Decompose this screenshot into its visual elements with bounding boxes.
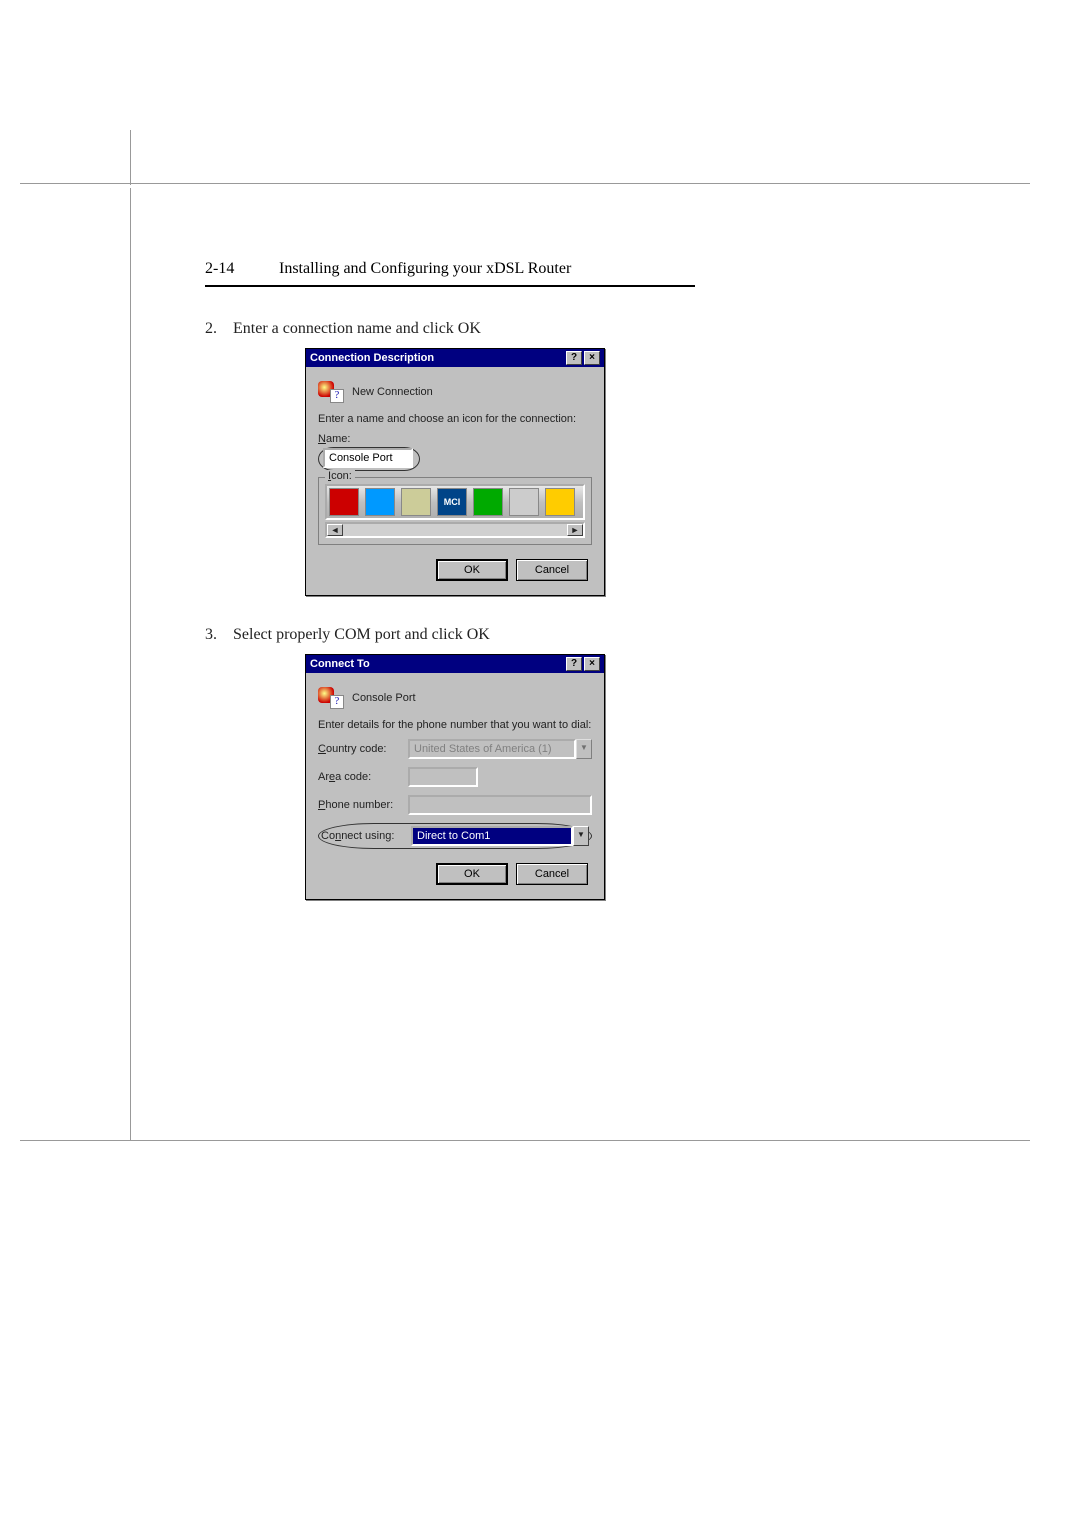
step-number: 2. [205,320,233,338]
phone-input [408,795,592,815]
close-icon[interactable]: × [584,351,600,365]
titlebar: Connect To ? × [306,655,604,673]
connect-row: Connect using: ▼ [318,823,592,849]
dialog-body: ? Console Port Enter details for the pho… [306,673,604,899]
icon-option-5[interactable] [473,488,503,516]
name-input-row [318,447,592,471]
connect-using-select[interactable] [411,826,573,846]
icon-option-2[interactable] [365,488,395,516]
country-row: Country code: ▼ [318,739,592,759]
phone-label: Phone number: [318,799,408,811]
step-2: 2. Enter a connection name and click OK [205,320,695,338]
dialog-title: Connect To [310,658,370,670]
ok-button[interactable]: OK [436,559,508,581]
dialog-title: Connection Description [310,352,434,364]
close-icon[interactable]: × [584,657,600,671]
instruction-text: Enter a name and choose an icon for the … [318,413,592,425]
icon-scrollbar[interactable]: ◄ ► [325,522,585,538]
step-text: Enter a connection name and click OK [233,320,695,338]
chevron-down-icon: ▼ [576,739,592,759]
help-icon[interactable]: ? [566,657,582,671]
dialog-1-wrap: Connection Description ? × ? New Connect… [305,348,695,596]
dialog-body: ? New Connection Enter a name and choose… [306,367,604,595]
area-code-input [408,767,478,787]
page-title: Installing and Configuring your xDSL Rou… [279,260,571,277]
dialog-heading: ? New Connection [318,381,592,403]
area-row: Area code: [318,767,592,787]
step-number: 3. [205,626,233,644]
icon-selection-row[interactable]: MCI [325,484,585,520]
icon-option-6[interactable] [509,488,539,516]
scroll-left-icon[interactable]: ◄ [327,524,343,536]
page-margin-vline-top [130,130,131,185]
area-label: Area code: [318,771,408,783]
icon-label: Icon: [325,470,355,482]
cancel-button[interactable]: Cancel [516,863,588,885]
country-label: Country code: [318,743,408,755]
titlebar: Connection Description ? × [306,349,604,367]
cancel-button[interactable]: Cancel [516,559,588,581]
icon-option-3[interactable] [401,488,431,516]
hyperterminal-icon: ? [318,687,344,709]
icon-option-7[interactable] [545,488,575,516]
phone-row: Phone number: [318,795,592,815]
country-select [408,739,576,759]
connect-to-dialog: Connect To ? × ? Console Port Enter deta… [305,654,605,900]
button-row: OK Cancel [318,559,592,585]
icon-option-1[interactable] [329,488,359,516]
page-margin-hline-top [20,183,1030,184]
dialog-heading: ? Console Port [318,687,592,709]
help-icon[interactable]: ? [566,351,582,365]
hyperterminal-icon: ? [318,381,344,403]
icon-option-mci[interactable]: MCI [437,488,467,516]
ok-button[interactable]: OK [436,863,508,885]
connect-using-highlight: Connect using: ▼ [318,823,592,849]
step-3: 3. Select properly COM port and click OK [205,626,695,644]
connect-label: Connect using: [321,830,411,842]
dialog-2-wrap: Connect To ? × ? Console Port Enter deta… [305,654,695,900]
page-margin-vline [130,188,131,1140]
connection-description-dialog: Connection Description ? × ? New Connect… [305,348,605,596]
page-number: 2-14 [205,260,275,278]
page-header: 2-14 Installing and Configuring your xDS… [205,260,705,278]
heading-text: New Connection [352,386,433,398]
chevron-down-icon[interactable]: ▼ [573,826,589,846]
name-field-highlight [318,447,420,471]
header-rule [205,285,695,287]
step-text: Select properly COM port and click OK [233,626,695,644]
name-input[interactable] [323,448,413,468]
scroll-right-icon[interactable]: ► [567,524,583,536]
instruction-text: Enter details for the phone number that … [318,719,592,731]
button-row: OK Cancel [318,863,592,889]
page-content: 2. Enter a connection name and click OK … [205,310,695,930]
name-label: Name: [318,433,592,445]
icon-fieldset: Icon: MCI ◄ ► [318,477,592,545]
heading-text: Console Port [352,692,416,704]
page-margin-hline-bottom [20,1140,1030,1141]
